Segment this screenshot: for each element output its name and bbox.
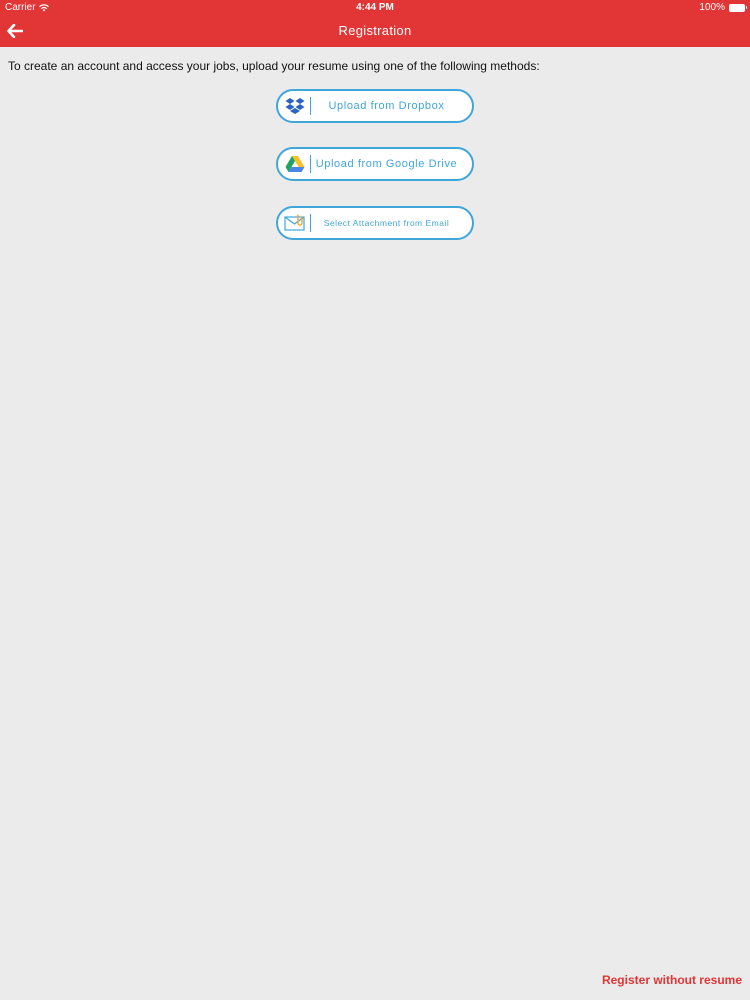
select-email-attachment-label: Select Attachment from Email	[323, 218, 450, 228]
page-title: Registration	[338, 23, 412, 38]
battery-icon	[729, 3, 747, 12]
intro-text: To create an account and access your job…	[8, 59, 540, 73]
status-bar: Carrier 4:44 PM 100%	[0, 0, 750, 15]
battery-percent: 100%	[699, 2, 725, 13]
google-drive-icon	[280, 149, 310, 179]
nav-bar: Registration	[0, 15, 750, 47]
status-time: 4:44 PM	[356, 2, 394, 13]
header: Carrier 4:44 PM 100% Registration	[0, 0, 750, 47]
upload-google-drive-label: Upload from Google Drive	[315, 158, 458, 170]
upload-google-drive-button[interactable]: Upload from Google Drive	[276, 147, 474, 181]
status-battery: 100%	[699, 2, 747, 13]
upload-dropbox-label: Upload from Dropbox	[328, 100, 445, 112]
register-without-resume-link[interactable]: Register without resume	[602, 973, 742, 987]
dropbox-icon	[280, 91, 310, 121]
email-attachment-icon	[280, 208, 310, 238]
select-email-attachment-button[interactable]: Select Attachment from Email	[276, 206, 474, 240]
upload-dropbox-button[interactable]: Upload from Dropbox	[276, 89, 474, 123]
